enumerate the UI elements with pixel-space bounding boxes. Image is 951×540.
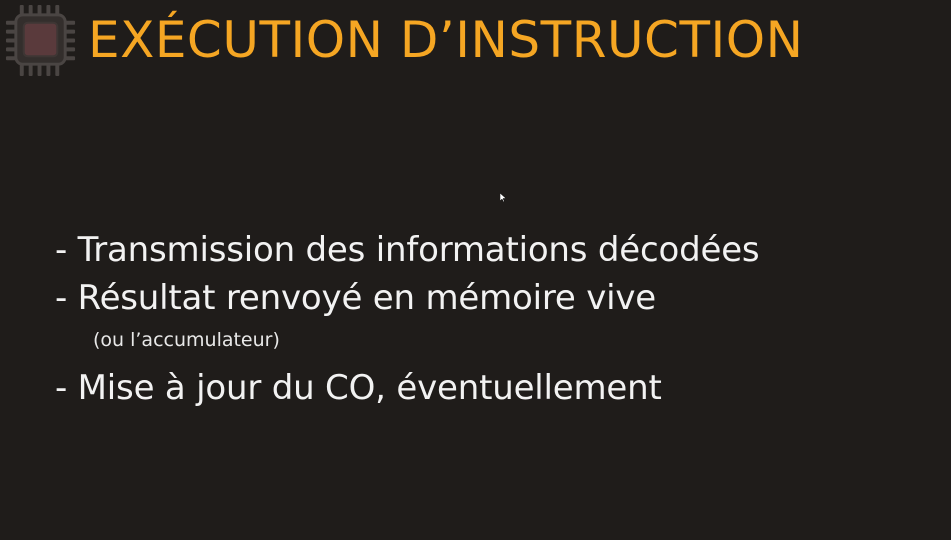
bullet-result-note: (ou l’accumulateur): [93, 329, 280, 351]
slide-title: EXÉCUTION D’INSTRUCTION: [88, 11, 804, 69]
bullet-result: - Résultat renvoyé en mémoire vive: [55, 278, 657, 318]
mouse-cursor-icon: [500, 193, 506, 202]
bullet-transmission: - Transmission des informations décodées: [55, 230, 760, 270]
cpu-chip-icon: [5, 4, 76, 77]
bullet-update-co: - Mise à jour du CO, éventuellement: [55, 368, 662, 408]
slide: EXÉCUTION D’INSTRUCTION - Transmission d…: [0, 0, 951, 540]
bullet-list: - Transmission des informations décodées…: [55, 226, 760, 412]
